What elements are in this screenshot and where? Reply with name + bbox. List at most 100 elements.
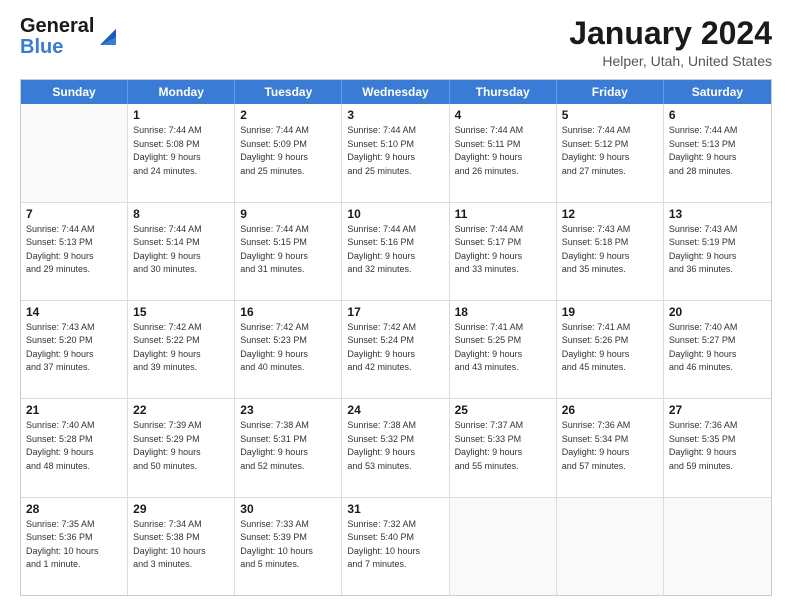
calendar-day-5: 5 Sunrise: 7:44 AM Sunset: 5:12 PM Daylig… [557, 104, 664, 201]
day-number: 3 [347, 108, 443, 122]
calendar-day-empty [450, 498, 557, 595]
day-number: 24 [347, 403, 443, 417]
day-info: Sunrise: 7:44 AM Sunset: 5:09 PM Dayligh… [240, 124, 336, 178]
day-info: Sunrise: 7:32 AM Sunset: 5:40 PM Dayligh… [347, 518, 443, 572]
calendar-header-friday: Friday [557, 80, 664, 104]
day-number: 27 [669, 403, 766, 417]
calendar-day-3: 3 Sunrise: 7:44 AM Sunset: 5:10 PM Daylig… [342, 104, 449, 201]
calendar-week-5: 28Sunrise: 7:35 AM Sunset: 5:36 PM Dayli… [21, 498, 771, 595]
page: General Blue January 2024 Helper, Utah, … [0, 0, 792, 612]
day-number: 5 [562, 108, 658, 122]
day-info: Sunrise: 7:43 AM Sunset: 5:18 PM Dayligh… [562, 223, 658, 277]
logo-icon [96, 25, 120, 49]
day-number: 10 [347, 207, 443, 221]
day-info: Sunrise: 7:41 AM Sunset: 5:25 PM Dayligh… [455, 321, 551, 375]
calendar-header-monday: Monday [128, 80, 235, 104]
calendar-week-3: 14 Sunrise: 7:43 AM Sunset: 5:20 PM Dayli… [21, 301, 771, 399]
day-number: 25 [455, 403, 551, 417]
calendar-day-15: 15 Sunrise: 7:42 AM Sunset: 5:22 PM Dayli… [128, 301, 235, 398]
day-info: Sunrise: 7:44 AM Sunset: 5:17 PM Dayligh… [455, 223, 551, 277]
day-info: Sunrise: 7:40 AM Sunset: 5:28 PM Dayligh… [26, 419, 122, 473]
day-number: 8 [133, 207, 229, 221]
calendar-day-6: 6Sunrise: 7:44 AM Sunset: 5:13 PM Daylig… [664, 104, 771, 201]
day-number: 17 [347, 305, 443, 319]
day-number: 12 [562, 207, 658, 221]
calendar-week-4: 21Sunrise: 7:40 AM Sunset: 5:28 PM Dayli… [21, 399, 771, 497]
day-info: Sunrise: 7:42 AM Sunset: 5:22 PM Dayligh… [133, 321, 229, 375]
calendar-week-2: 7Sunrise: 7:44 AM Sunset: 5:13 PM Daylig… [21, 203, 771, 301]
calendar-day-29: 29Sunrise: 7:34 AM Sunset: 5:38 PM Dayli… [128, 498, 235, 595]
day-info: Sunrise: 7:36 AM Sunset: 5:35 PM Dayligh… [669, 419, 766, 473]
day-info: Sunrise: 7:43 AM Sunset: 5:20 PM Dayligh… [26, 321, 122, 375]
day-number: 2 [240, 108, 336, 122]
calendar-header-saturday: Saturday [664, 80, 771, 104]
calendar: SundayMondayTuesdayWednesdayThursdayFrid… [20, 79, 772, 596]
day-info: Sunrise: 7:33 AM Sunset: 5:39 PM Dayligh… [240, 518, 336, 572]
day-info: Sunrise: 7:40 AM Sunset: 5:27 PM Dayligh… [669, 321, 766, 375]
calendar-day-21: 21Sunrise: 7:40 AM Sunset: 5:28 PM Dayli… [21, 399, 128, 496]
day-info: Sunrise: 7:35 AM Sunset: 5:36 PM Dayligh… [26, 518, 122, 572]
day-info: Sunrise: 7:42 AM Sunset: 5:23 PM Dayligh… [240, 321, 336, 375]
day-info: Sunrise: 7:42 AM Sunset: 5:24 PM Dayligh… [347, 321, 443, 375]
day-info: Sunrise: 7:37 AM Sunset: 5:33 PM Dayligh… [455, 419, 551, 473]
day-info: Sunrise: 7:44 AM Sunset: 5:10 PM Dayligh… [347, 124, 443, 178]
day-info: Sunrise: 7:34 AM Sunset: 5:38 PM Dayligh… [133, 518, 229, 572]
calendar-day-9: 9 Sunrise: 7:44 AM Sunset: 5:15 PM Daylig… [235, 203, 342, 300]
calendar-day-24: 24 Sunrise: 7:38 AM Sunset: 5:32 PM Dayli… [342, 399, 449, 496]
month-title: January 2024 [569, 16, 772, 51]
day-number: 14 [26, 305, 122, 319]
day-info: Sunrise: 7:44 AM Sunset: 5:15 PM Dayligh… [240, 223, 336, 277]
header: General Blue January 2024 Helper, Utah, … [20, 16, 772, 69]
calendar-day-18: 18 Sunrise: 7:41 AM Sunset: 5:25 PM Dayli… [450, 301, 557, 398]
calendar-header-sunday: Sunday [21, 80, 128, 104]
day-number: 15 [133, 305, 229, 319]
day-number: 23 [240, 403, 336, 417]
calendar-header-tuesday: Tuesday [235, 80, 342, 104]
day-info: Sunrise: 7:44 AM Sunset: 5:12 PM Dayligh… [562, 124, 658, 178]
day-number: 30 [240, 502, 336, 516]
day-number: 19 [562, 305, 658, 319]
calendar-day-28: 28Sunrise: 7:35 AM Sunset: 5:36 PM Dayli… [21, 498, 128, 595]
calendar-day-22: 22Sunrise: 7:39 AM Sunset: 5:29 PM Dayli… [128, 399, 235, 496]
day-info: Sunrise: 7:44 AM Sunset: 5:14 PM Dayligh… [133, 223, 229, 277]
calendar-day-2: 2 Sunrise: 7:44 AM Sunset: 5:09 PM Daylig… [235, 104, 342, 201]
calendar-header-row: SundayMondayTuesdayWednesdayThursdayFrid… [21, 80, 771, 104]
calendar-day-17: 17 Sunrise: 7:42 AM Sunset: 5:24 PM Dayli… [342, 301, 449, 398]
day-info: Sunrise: 7:41 AM Sunset: 5:26 PM Dayligh… [562, 321, 658, 375]
day-number: 16 [240, 305, 336, 319]
day-number: 31 [347, 502, 443, 516]
day-info: Sunrise: 7:44 AM Sunset: 5:08 PM Dayligh… [133, 124, 229, 178]
day-info: Sunrise: 7:44 AM Sunset: 5:11 PM Dayligh… [455, 124, 551, 178]
day-info: Sunrise: 7:36 AM Sunset: 5:34 PM Dayligh… [562, 419, 658, 473]
calendar-day-1: 1 Sunrise: 7:44 AM Sunset: 5:08 PM Daylig… [128, 104, 235, 201]
day-number: 1 [133, 108, 229, 122]
day-info: Sunrise: 7:39 AM Sunset: 5:29 PM Dayligh… [133, 419, 229, 473]
day-info: Sunrise: 7:44 AM Sunset: 5:13 PM Dayligh… [669, 124, 766, 178]
calendar-day-13: 13 Sunrise: 7:43 AM Sunset: 5:19 PM Dayli… [664, 203, 771, 300]
day-info: Sunrise: 7:38 AM Sunset: 5:32 PM Dayligh… [347, 419, 443, 473]
day-number: 9 [240, 207, 336, 221]
calendar-day-27: 27 Sunrise: 7:36 AM Sunset: 5:35 PM Dayli… [664, 399, 771, 496]
calendar-day-19: 19 Sunrise: 7:41 AM Sunset: 5:26 PM Dayli… [557, 301, 664, 398]
calendar-day-empty [21, 104, 128, 201]
day-number: 13 [669, 207, 766, 221]
day-info: Sunrise: 7:38 AM Sunset: 5:31 PM Dayligh… [240, 419, 336, 473]
day-number: 18 [455, 305, 551, 319]
calendar-day-25: 25 Sunrise: 7:37 AM Sunset: 5:33 PM Dayli… [450, 399, 557, 496]
calendar-day-23: 23 Sunrise: 7:38 AM Sunset: 5:31 PM Dayli… [235, 399, 342, 496]
calendar-day-7: 7Sunrise: 7:44 AM Sunset: 5:13 PM Daylig… [21, 203, 128, 300]
day-info: Sunrise: 7:43 AM Sunset: 5:19 PM Dayligh… [669, 223, 766, 277]
calendar-day-8: 8 Sunrise: 7:44 AM Sunset: 5:14 PM Daylig… [128, 203, 235, 300]
calendar-day-16: 16 Sunrise: 7:42 AM Sunset: 5:23 PM Dayli… [235, 301, 342, 398]
calendar-body: 1 Sunrise: 7:44 AM Sunset: 5:08 PM Daylig… [21, 104, 771, 595]
day-number: 11 [455, 207, 551, 221]
calendar-header-thursday: Thursday [450, 80, 557, 104]
calendar-day-11: 11 Sunrise: 7:44 AM Sunset: 5:17 PM Dayli… [450, 203, 557, 300]
calendar-day-4: 4Sunrise: 7:44 AM Sunset: 5:11 PM Daylig… [450, 104, 557, 201]
calendar-header-wednesday: Wednesday [342, 80, 449, 104]
calendar-day-12: 12 Sunrise: 7:43 AM Sunset: 5:18 PM Dayli… [557, 203, 664, 300]
calendar-day-empty [557, 498, 664, 595]
calendar-day-10: 10Sunrise: 7:44 AM Sunset: 5:16 PM Dayli… [342, 203, 449, 300]
calendar-week-1: 1 Sunrise: 7:44 AM Sunset: 5:08 PM Daylig… [21, 104, 771, 202]
calendar-day-empty [664, 498, 771, 595]
